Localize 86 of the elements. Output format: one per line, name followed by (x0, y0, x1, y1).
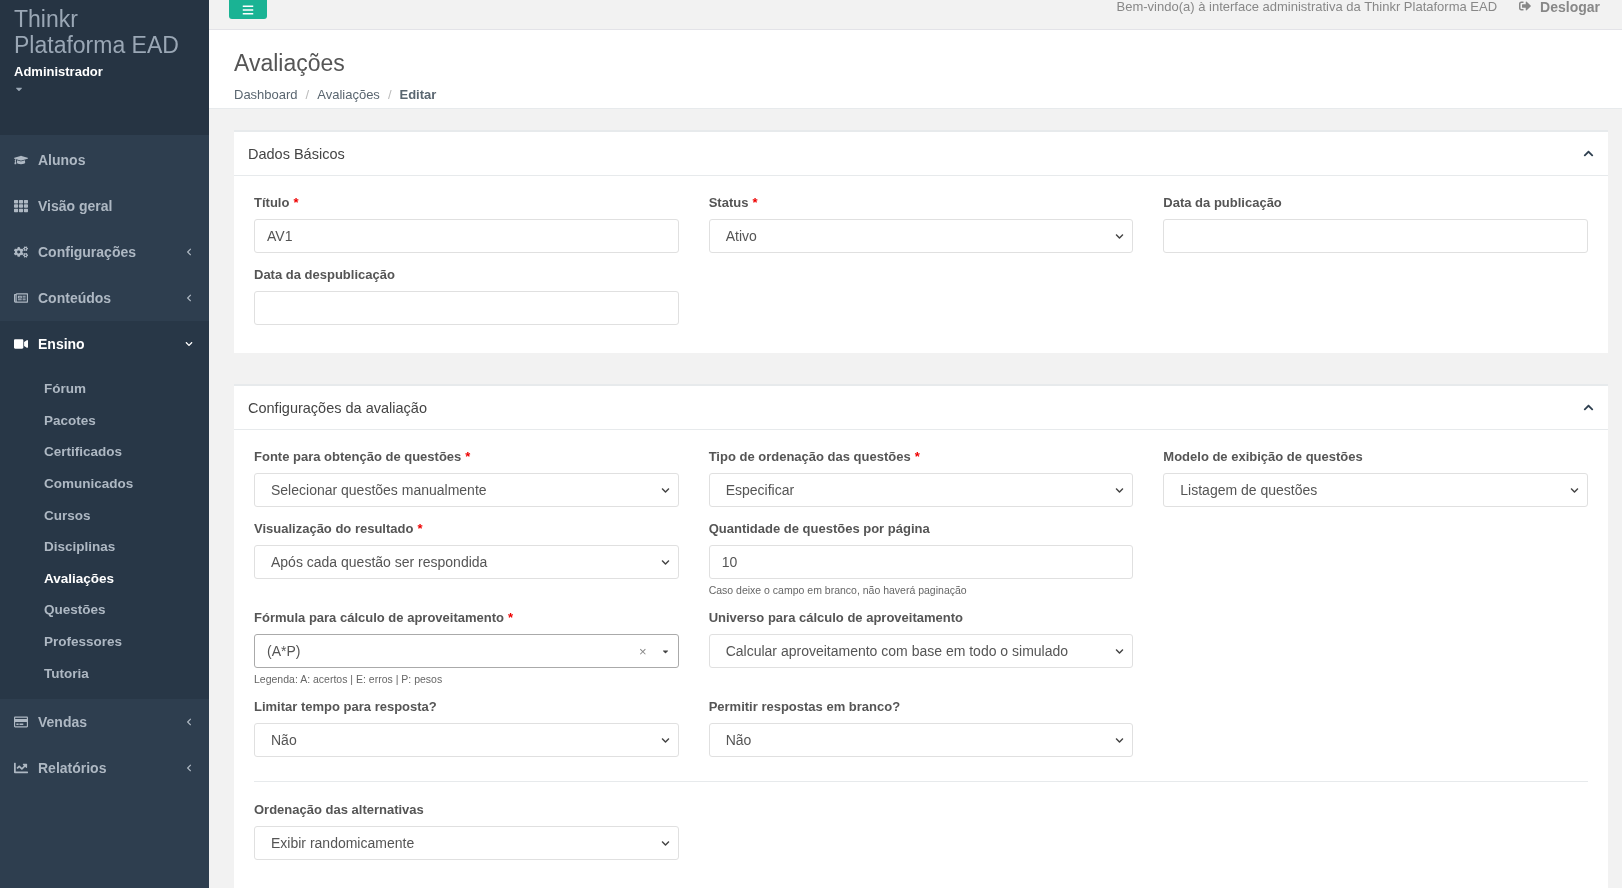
submenu-item[interactable]: Comunicados (0, 467, 209, 500)
submenu-item[interactable]: Professores (0, 625, 209, 658)
clear-button[interactable]: × (639, 643, 647, 659)
select-field[interactable]: Não (254, 723, 679, 757)
submenu-item[interactable]: Pacotes (0, 404, 209, 437)
sidebar-item[interactable]: Visão geral (0, 183, 209, 229)
menu-icon (242, 3, 254, 16)
chevron-left-icon (185, 294, 193, 302)
sidebar-item[interactable]: Vendas (0, 698, 209, 745)
field-label: Status * (708, 195, 758, 211)
credit-card-icon (13, 714, 29, 729)
sidebar-item[interactable]: Ensino (0, 321, 209, 367)
newspaper-icon (13, 291, 29, 305)
sidebar-item[interactable]: Configurações (0, 229, 209, 275)
sidebar-item[interactable]: Relatórios (0, 744, 209, 791)
help-text: Legenda: A: acertos | E: erros | P: pesos (254, 673, 443, 685)
chevron-left-icon (185, 717, 193, 726)
field-label: Quantidade de questões por página (708, 521, 930, 537)
select-field[interactable]: Calcular aproveitamento com base em todo o simulado (708, 634, 1134, 668)
chevron-down-icon (660, 557, 670, 567)
video-camera-icon (13, 337, 29, 351)
select-field[interactable]: (A*P) × (254, 634, 679, 668)
submenu-item[interactable]: Tutoria (0, 657, 209, 689)
field-label: Data da publicação (1163, 195, 1282, 211)
chevron-down-icon (660, 485, 670, 495)
chevron-down-icon (1115, 485, 1125, 495)
submenu-item[interactable]: Certificados (0, 436, 209, 468)
submenu-item[interactable]: Avaliações (0, 562, 209, 595)
field-label: Limitar tempo para resposta? (254, 699, 437, 715)
text-input[interactable]: AV1 (254, 219, 679, 253)
field-label: Modelo de exibição de questões (1163, 449, 1363, 465)
card-title: Dados Básicos (248, 145, 346, 162)
select-field[interactable]: Especificar (708, 473, 1134, 507)
chevron-left-icon (185, 763, 193, 772)
submenu-item[interactable]: Cursos (0, 499, 209, 531)
field-label: Fonte para obtenção de questões * (254, 449, 471, 465)
select-field[interactable]: Após cada questão ser respondida (254, 545, 679, 579)
card-title: Configurações da avaliação (248, 399, 428, 416)
brand-title: Thinkr Plataforma EAD (14, 6, 180, 58)
field-label: Universo para cálculo de aproveitamento (708, 610, 963, 626)
chevron-down-icon (660, 838, 670, 848)
select-field[interactable]: Ativo (708, 219, 1134, 253)
select-field[interactable]: Listagem de questões (1163, 473, 1588, 507)
chevron-up-icon[interactable] (1583, 148, 1594, 159)
field-label: Data da despublicação (254, 267, 395, 283)
submenu-item[interactable]: Fórum (0, 373, 209, 405)
field-label: Permitir respostas em branco? (708, 699, 901, 715)
logout-icon (1519, 0, 1532, 12)
chevron-down-icon (660, 735, 670, 745)
select-field[interactable]: Selecionar questões manualmente (254, 473, 679, 507)
chevron-up-icon[interactable] (1583, 402, 1594, 413)
chevron-down-icon (1115, 735, 1125, 745)
help-text: Caso deixe o campo em branco, não haverá paginação (708, 584, 967, 596)
select-field[interactable]: Exibir randomicamente (254, 826, 679, 860)
field-label: Ordenação das alternativas (254, 802, 424, 818)
text-input[interactable] (254, 291, 679, 325)
line-chart-icon (13, 760, 29, 775)
breadcrumb-link[interactable]: Editar (399, 86, 437, 102)
user-name[interactable]: Administrador (14, 64, 103, 79)
breadcrumb-separator: / (305, 86, 310, 102)
menu-button[interactable] (229, 0, 267, 19)
chevron-down-icon (1570, 485, 1579, 495)
grid-icon (13, 199, 29, 213)
breadcrumb-separator: / (387, 86, 392, 102)
welcome-text: Bem-vindo(a) à interface administrativa da Thinkr Plataforma EAD (1116, 0, 1498, 14)
chevron-down-icon (1115, 231, 1125, 241)
graduation-cap-icon (13, 153, 29, 167)
text-input[interactable]: 10 (708, 545, 1134, 579)
text-input[interactable] (1163, 219, 1588, 253)
sidebar-item[interactable]: Conteúdos (0, 275, 209, 321)
sidebar-item[interactable]: Alunos (0, 137, 209, 183)
field-label: Tipo de ordenação das questões * (708, 449, 920, 465)
select-field[interactable]: Não (708, 723, 1134, 757)
field-label: Fórmula para cálculo de aproveitamento * (254, 610, 514, 626)
breadcrumb-link[interactable]: Dashboard (234, 86, 298, 102)
chevron-down-icon (185, 340, 193, 348)
submenu-item[interactable]: Questões (0, 594, 209, 626)
logout-link[interactable]: Deslogar (1519, 0, 1600, 14)
gears-icon (13, 245, 29, 259)
chevron-down-icon (1115, 646, 1125, 656)
page-title: Avaliações (234, 49, 345, 77)
field-label: Visualização do resultado * (254, 521, 423, 537)
field-label: Título * (254, 195, 299, 211)
submenu-item[interactable]: Disciplinas (0, 530, 209, 563)
breadcrumb-link[interactable]: Avaliações (317, 86, 380, 102)
chevron-left-icon (185, 248, 193, 256)
